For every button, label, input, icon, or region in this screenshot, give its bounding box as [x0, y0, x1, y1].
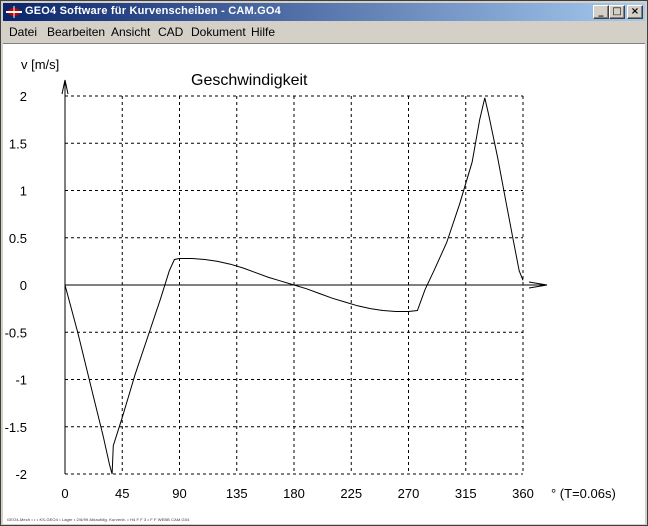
x-tick-label: 225: [340, 486, 362, 501]
velocity-chart: 2 1.5 1 0.5 0 -0.5 -1 -1.5 -2 0 45 90 135 180 225 270 3…: [5, 57, 616, 501]
menu-bearbeiten[interactable]: Bearbeiten: [47, 25, 105, 39]
y-tick-label: -1.5: [5, 420, 27, 435]
app-logo-icon: [6, 6, 22, 18]
x-tick-label: 135: [226, 486, 248, 501]
menu-cad[interactable]: CAD: [158, 25, 183, 39]
x-tick-label: 45: [115, 486, 129, 501]
y-tick-label: -0.5: [5, 325, 27, 340]
x-tick-label: 360: [512, 486, 534, 501]
y-tick-label: 1.5: [9, 136, 27, 151]
chart-title: Geschwindigkeit: [191, 72, 308, 89]
x-tick-label: 0: [61, 486, 68, 501]
window-title: GEO4 Software für Kurvenscheiben - CAM.G…: [25, 5, 281, 17]
footer-info: GEO4-Mech • • • KS-GEO4 • Lager • 2/6/99…: [7, 517, 190, 522]
menu-bar: Datei Bearbeiten Ansicht CAD Dokument Hi…: [3, 22, 645, 42]
y-tick-label: 2: [20, 89, 27, 104]
menu-datei[interactable]: Datei: [9, 25, 37, 39]
maximize-button[interactable]: □: [609, 5, 625, 19]
x-tick-label: 315: [455, 486, 477, 501]
x-axis-label: ° (T=0.06s): [551, 486, 616, 501]
title-bar[interactable]: GEO4 Software für Kurvenscheiben - CAM.G…: [3, 3, 645, 21]
close-button[interactable]: ×: [627, 5, 643, 19]
x-tick-labels: 0 45 90 135 180 225 270 315 360: [61, 486, 533, 501]
x-tick-label: 90: [172, 486, 186, 501]
x-tick-label: 180: [283, 486, 305, 501]
app-window: GEO4 Software für Kurvenscheiben - CAM.G…: [0, 0, 648, 526]
y-axis-label: v [m/s]: [21, 57, 59, 72]
y-tick-label: -1: [15, 373, 27, 388]
y-tick-labels: 2 1.5 1 0.5 0 -0.5 -1 -1.5 -2: [5, 89, 27, 482]
x-tick-label: 270: [398, 486, 420, 501]
minimize-button[interactable]: _: [593, 5, 609, 19]
y-tick-label: 0: [20, 278, 27, 293]
chart-area: 2 1.5 1 0.5 0 -0.5 -1 -1.5 -2 0 45 90 135 180 225 270 3…: [3, 43, 645, 524]
menu-hilfe[interactable]: Hilfe: [251, 25, 275, 39]
velocity-series-line: [64, 97, 524, 475]
menu-dokument[interactable]: Dokument: [191, 25, 246, 39]
y-tick-label: 1: [20, 184, 27, 199]
chart-axes: [61, 79, 548, 474]
y-tick-label: 0.5: [9, 231, 27, 246]
y-tick-label: -2: [15, 467, 27, 482]
menu-ansicht[interactable]: Ansicht: [111, 25, 150, 39]
